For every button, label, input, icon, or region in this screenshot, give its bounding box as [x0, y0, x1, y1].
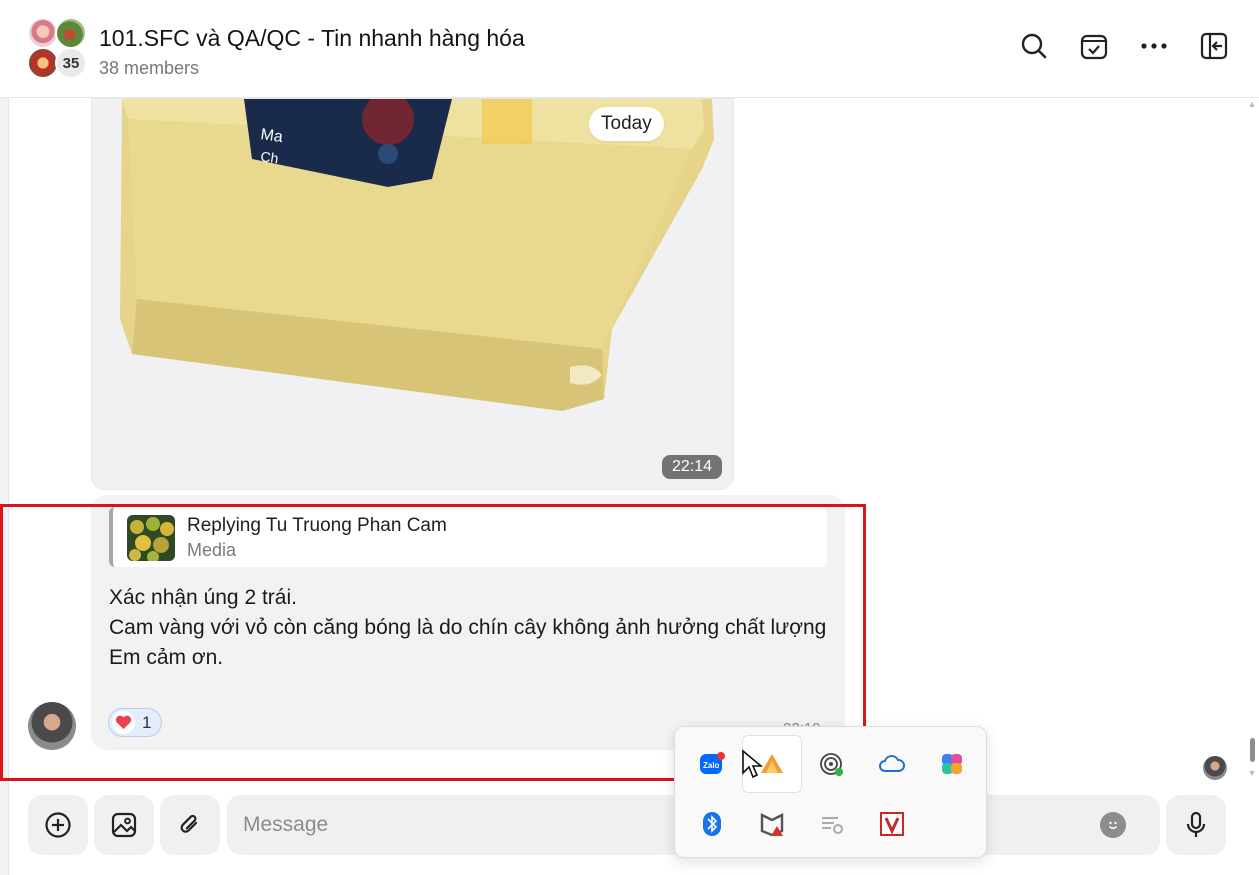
- tray-item-vector[interactable]: [862, 795, 922, 853]
- member-count-badge: 35: [55, 47, 87, 79]
- svg-text:Zalo: Zalo: [703, 761, 720, 770]
- search-button[interactable]: [1016, 28, 1052, 64]
- seen-avatar: [1203, 756, 1227, 780]
- cloud-icon: [879, 755, 905, 772]
- group-avatar[interactable]: 35: [27, 17, 91, 81]
- svg-text:Ch: Ch: [260, 148, 280, 166]
- chat-header: 35 101.SFC và QA/QC - Tin nhanh hàng hóa…: [0, 0, 1259, 98]
- search-icon: [1021, 33, 1047, 59]
- attach-button[interactable]: [160, 795, 220, 855]
- cheese-photo: Ma Ch: [92, 99, 733, 489]
- tray-item-network[interactable]: [802, 795, 862, 853]
- system-tray-overflow: Zalo: [674, 726, 987, 858]
- image-icon: [111, 812, 137, 838]
- zalo-icon: Zalo: [700, 752, 725, 774]
- image-timestamp: 22:14: [662, 455, 722, 479]
- scroll-down-arrow[interactable]: ▼: [1247, 768, 1257, 778]
- image-message[interactable]: Ma Ch: [91, 98, 734, 490]
- image-button[interactable]: [94, 795, 154, 855]
- add-button[interactable]: [28, 795, 88, 855]
- copilot-icon: [942, 754, 962, 774]
- mcafee-icon: [760, 813, 784, 837]
- sidebar-toggle-icon: [1200, 32, 1228, 60]
- tray-item-mcafee[interactable]: [742, 795, 802, 853]
- member-count[interactable]: 38 members: [99, 58, 199, 79]
- tray-item-hotspot[interactable]: [802, 735, 862, 793]
- add-icon: [45, 812, 71, 838]
- network-icon: [822, 817, 843, 834]
- member-avatar: [55, 17, 87, 49]
- task-button[interactable]: [1076, 28, 1112, 64]
- emoji-icon: [1108, 821, 1118, 829]
- svg-text:Ma: Ma: [259, 126, 283, 146]
- emoji-button[interactable]: [1100, 812, 1126, 838]
- tray-item-bluetooth[interactable]: [682, 795, 742, 853]
- tray-item-copilot[interactable]: [922, 735, 982, 793]
- voice-button[interactable]: [1166, 795, 1226, 855]
- more-button[interactable]: [1136, 28, 1172, 64]
- date-divider: Today: [589, 107, 664, 141]
- toggle-sidebar-button[interactable]: [1196, 28, 1232, 64]
- tray-item-zalo[interactable]: Zalo: [682, 735, 742, 793]
- mouse-cursor-icon: [742, 749, 763, 779]
- tray-item-cloud[interactable]: [862, 735, 922, 793]
- more-icon: [1141, 43, 1167, 49]
- hotspot-icon: [820, 753, 843, 776]
- scrollbar-thumb[interactable]: [1250, 738, 1255, 762]
- bluetooth-icon: [703, 812, 721, 836]
- mic-icon: [1186, 811, 1206, 837]
- attach-icon: [180, 814, 198, 833]
- vector-v-icon: [880, 812, 904, 836]
- scroll-up-arrow[interactable]: ▲: [1247, 99, 1257, 109]
- chat-title[interactable]: 101.SFC và QA/QC - Tin nhanh hàng hóa: [99, 25, 525, 52]
- task-icon: [1080, 34, 1108, 60]
